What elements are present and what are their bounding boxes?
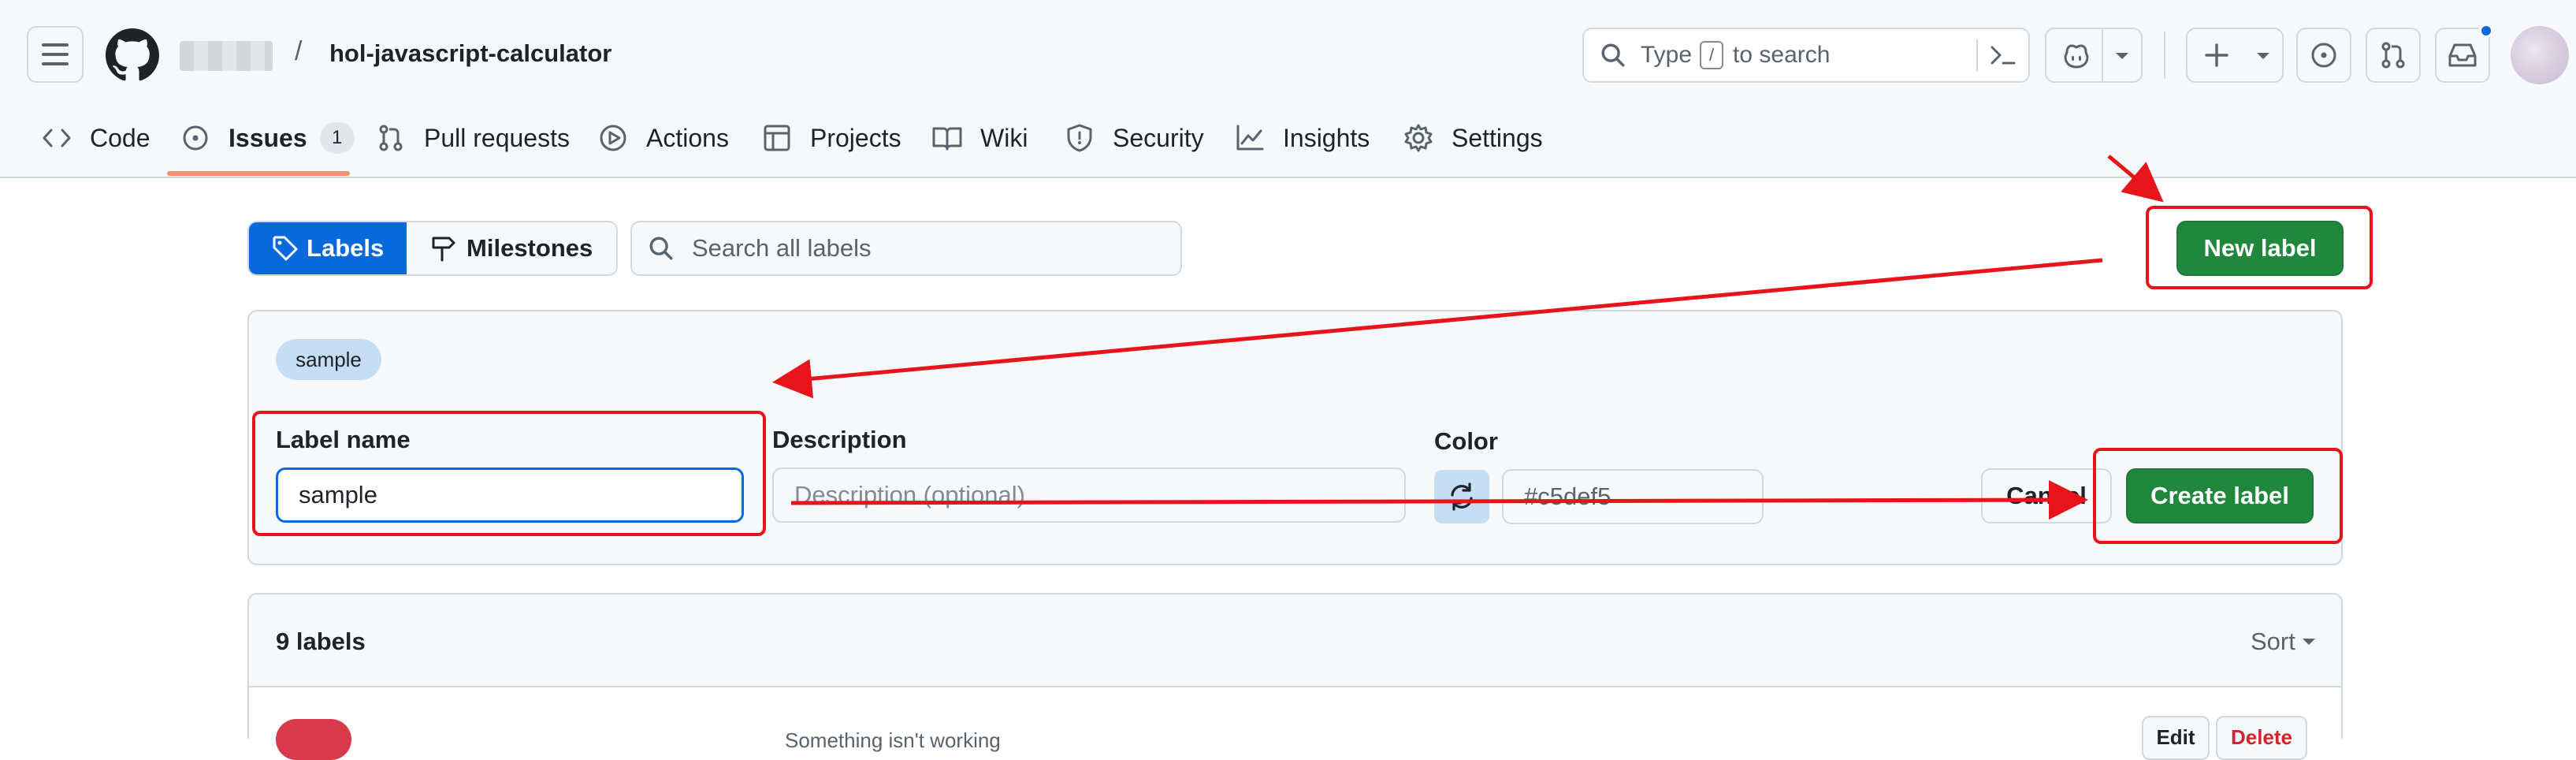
arrow-to-new-label [2107, 155, 2164, 203]
annotation-arrows [772, 155, 2164, 520]
arrow-to-create-label [790, 480, 2088, 520]
arrow-to-label-name [772, 258, 2103, 399]
